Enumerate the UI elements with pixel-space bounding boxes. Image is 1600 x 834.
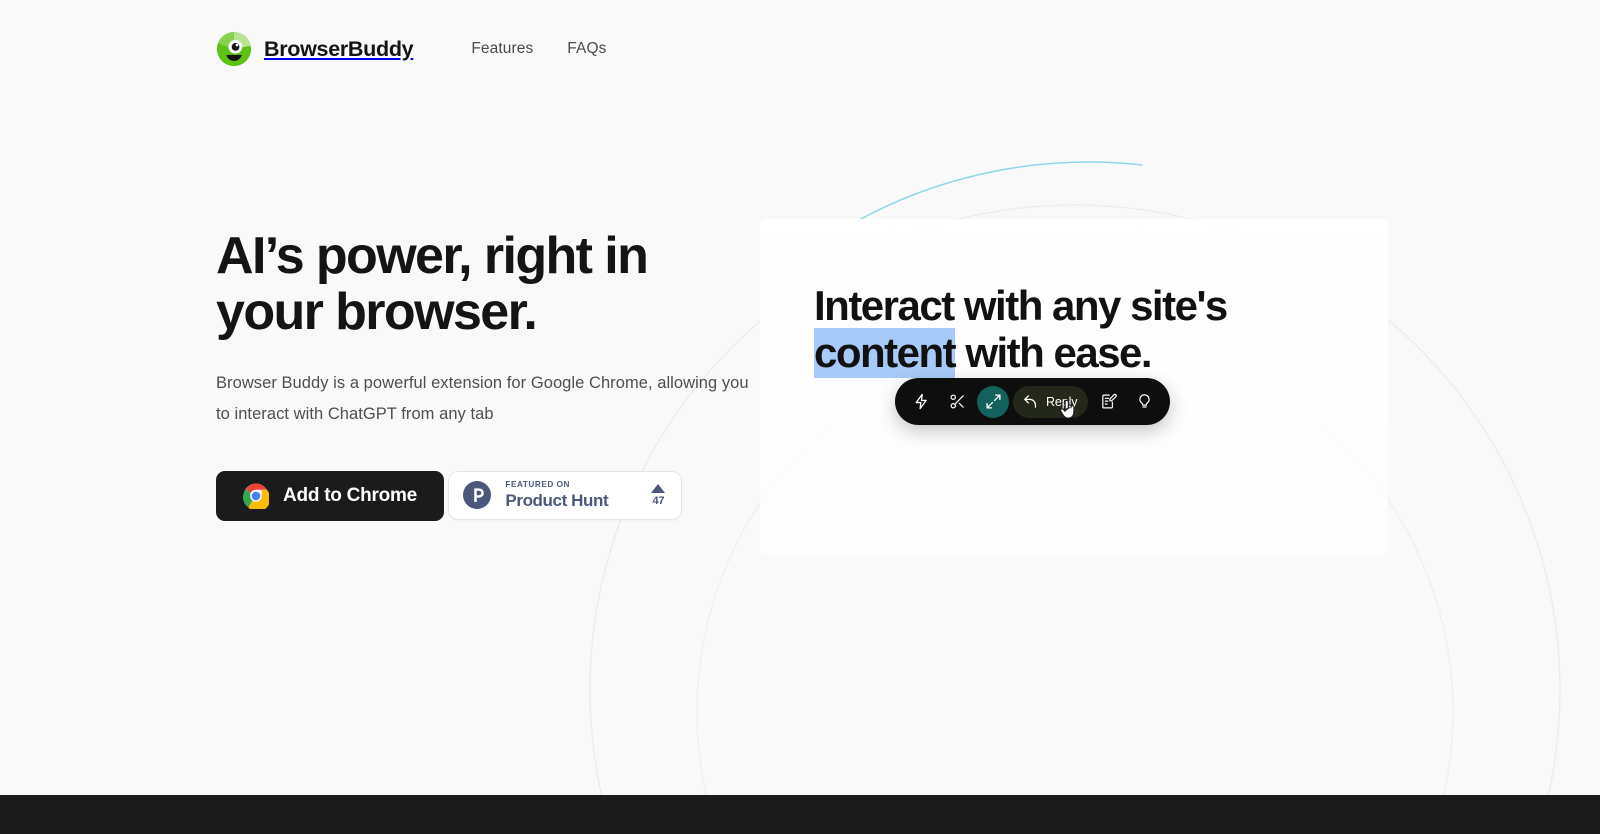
product-hunt-title: Product Hunt (505, 491, 609, 511)
toolbar-quick-action-button[interactable] (905, 386, 937, 418)
product-hunt-kicker: FEATURED ON (505, 480, 570, 490)
product-hunt-icon (463, 481, 492, 510)
product-hunt-badge[interactable]: FEATURED ON Product Hunt 47 (448, 470, 683, 520)
demo-text-after: with ease. (955, 329, 1152, 377)
brand-name: BrowserBuddy (264, 36, 414, 61)
add-to-chrome-label: Add to Chrome (283, 485, 417, 507)
selection-toolbar: Reply (895, 378, 1171, 425)
nav-link-features[interactable]: Features (471, 40, 533, 58)
toolbar-expand-button[interactable] (977, 385, 1009, 418)
main-nav: Features FAQs (471, 40, 606, 58)
note-edit-icon (1102, 393, 1117, 409)
chrome-icon (243, 483, 269, 510)
footer-bar (0, 795, 1600, 834)
page-title: AI’s power, right in your browser. (216, 227, 649, 342)
demo-text-selection: content (814, 328, 957, 379)
reply-arrow-icon (1024, 395, 1037, 408)
product-hunt-upvote-count: 47 (652, 494, 665, 507)
add-to-chrome-button[interactable]: Add to Chrome (216, 471, 444, 522)
site-header: BrowserBuddy Features FAQs (0, 0, 1600, 98)
demo-text-before: Interact with any site's (814, 282, 1228, 329)
caret-up-icon (651, 483, 666, 493)
lightning-bolt-icon (915, 393, 927, 410)
hero-section: AI’s power, right in your browser. Brows… (216, 227, 776, 522)
toolbar-edit-note-button[interactable] (1092, 386, 1124, 418)
background-arc-cyan (854, 161, 1143, 223)
product-hunt-upvotes: 47 (651, 483, 666, 507)
scissors-icon (950, 394, 964, 409)
browserbuddy-eye-logo-icon (216, 31, 252, 67)
nav-link-faqs[interactable]: FAQs (567, 40, 606, 58)
brand-logo-link[interactable]: BrowserBuddy (216, 31, 414, 67)
hero-description: Browser Buddy is a powerful extension fo… (216, 374, 749, 423)
toolbar-cut-button[interactable] (941, 386, 973, 418)
product-hunt-text: FEATURED ON Product Hunt (505, 480, 637, 511)
toolbar-idea-button[interactable] (1128, 386, 1160, 418)
expand-arrows-icon (985, 394, 1001, 409)
toolbar-reply-label: Reply (1046, 394, 1078, 409)
lightbulb-icon (1139, 394, 1150, 408)
toolbar-reply-button[interactable]: Reply (1013, 385, 1089, 418)
demo-sample-text: Interact with any site's content with ea… (814, 282, 1344, 379)
